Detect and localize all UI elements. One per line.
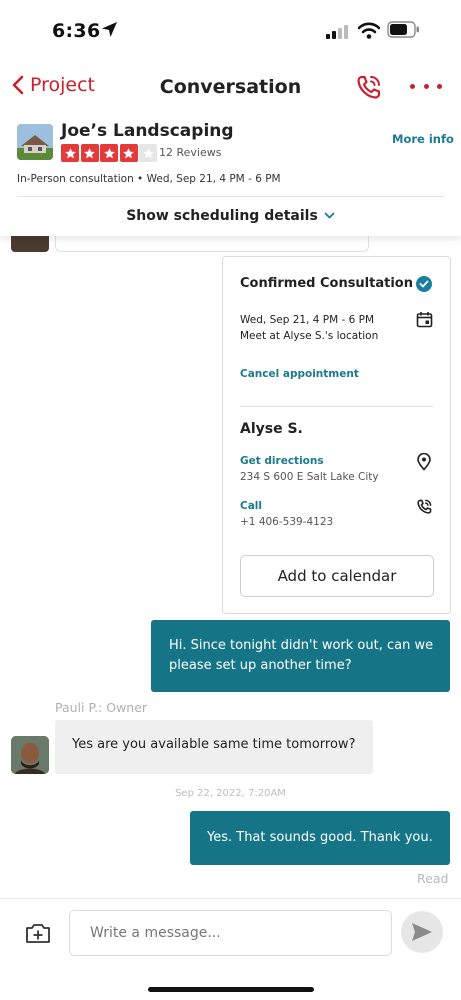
- more-info-link[interactable]: More info: [392, 132, 454, 146]
- divider: [240, 406, 433, 407]
- read-receipt: Read: [417, 871, 449, 886]
- phone-call-icon: [357, 75, 381, 99]
- appointment-date: Wed, Sep 21, 4 PM - 6 PM: [240, 314, 375, 326]
- call-link[interactable]: Call: [240, 500, 262, 512]
- sender-label: Pauli P.: Owner: [55, 700, 148, 715]
- divider: [17, 196, 444, 197]
- dot: [437, 83, 442, 89]
- card-title: Confirmed Consultation: [240, 276, 413, 291]
- outgoing-message: Yes. That sounds good. Thank you.: [190, 811, 450, 865]
- cancel-appointment-link[interactable]: Cancel appointment: [240, 368, 359, 380]
- more-options-button[interactable]: [410, 74, 442, 98]
- nav-bar: Project Conversation: [0, 62, 461, 114]
- battery-icon: [387, 21, 420, 42]
- call-button[interactable]: [355, 73, 383, 101]
- location-arrow-icon: [101, 21, 118, 42]
- outgoing-message: Hi. Since tonight didn't work out, can w…: [151, 620, 450, 692]
- appointment-summary: In-Person consultation • Wed, Sep 21, 4 …: [17, 173, 281, 185]
- map-pin-icon[interactable]: [416, 452, 432, 475]
- customer-name: Alyse S.: [240, 421, 303, 437]
- star-empty-icon: [139, 144, 157, 162]
- customer-address: 234 S 600 E Salt Lake City: [240, 471, 379, 483]
- add-attachment-button[interactable]: [25, 921, 51, 949]
- business-header: Joe’s Landscaping 12 Reviews More info I…: [0, 114, 461, 236]
- check-circle-icon: [416, 276, 432, 292]
- business-name[interactable]: Joe’s Landscaping: [61, 121, 234, 141]
- star-filled-icon: [119, 144, 138, 162]
- phone-call-icon[interactable]: [416, 498, 433, 519]
- dot: [423, 83, 429, 89]
- page-title: Conversation: [159, 76, 302, 98]
- send-button[interactable]: [401, 911, 443, 953]
- status-bar: 6:36: [0, 0, 461, 60]
- business-thumbnail[interactable]: [17, 124, 53, 160]
- phone-number: +1 406-539-4123: [240, 516, 334, 528]
- message-composer: [0, 898, 461, 1000]
- send-icon: [412, 923, 432, 941]
- scheduling-toggle-label: Show scheduling details: [126, 208, 318, 224]
- avatar[interactable]: [11, 736, 49, 774]
- message-input[interactable]: [69, 910, 392, 956]
- star-rating: [61, 144, 159, 162]
- incoming-message: Yes are you available same time tomorrow…: [55, 720, 373, 774]
- add-to-calendar-button[interactable]: Add to calendar: [240, 555, 434, 597]
- dot: [410, 83, 415, 89]
- chevron-down-icon: [324, 212, 335, 219]
- get-directions-link[interactable]: Get directions: [240, 455, 324, 467]
- show-scheduling-details-toggle[interactable]: Show scheduling details: [0, 208, 461, 224]
- wifi-icon: [357, 22, 381, 43]
- home-indicator: [148, 987, 314, 992]
- star-filled-icon: [61, 144, 79, 162]
- appointment-location: Meet at Alyse S.'s location: [240, 330, 379, 342]
- star-filled-icon: [80, 144, 99, 162]
- calendar-icon[interactable]: [416, 311, 433, 332]
- confirmed-consultation-card: Confirmed Consultation Wed, Sep 21, 4 PM…: [222, 256, 451, 614]
- cellular-signal-icon: [326, 24, 350, 43]
- status-time: 6:36: [52, 20, 101, 42]
- star-filled-icon: [100, 144, 118, 162]
- review-count[interactable]: 12 Reviews: [159, 146, 221, 159]
- add-photo-icon: [26, 924, 50, 943]
- message-timestamp: Sep 22, 2022, 7:20AM: [175, 788, 286, 799]
